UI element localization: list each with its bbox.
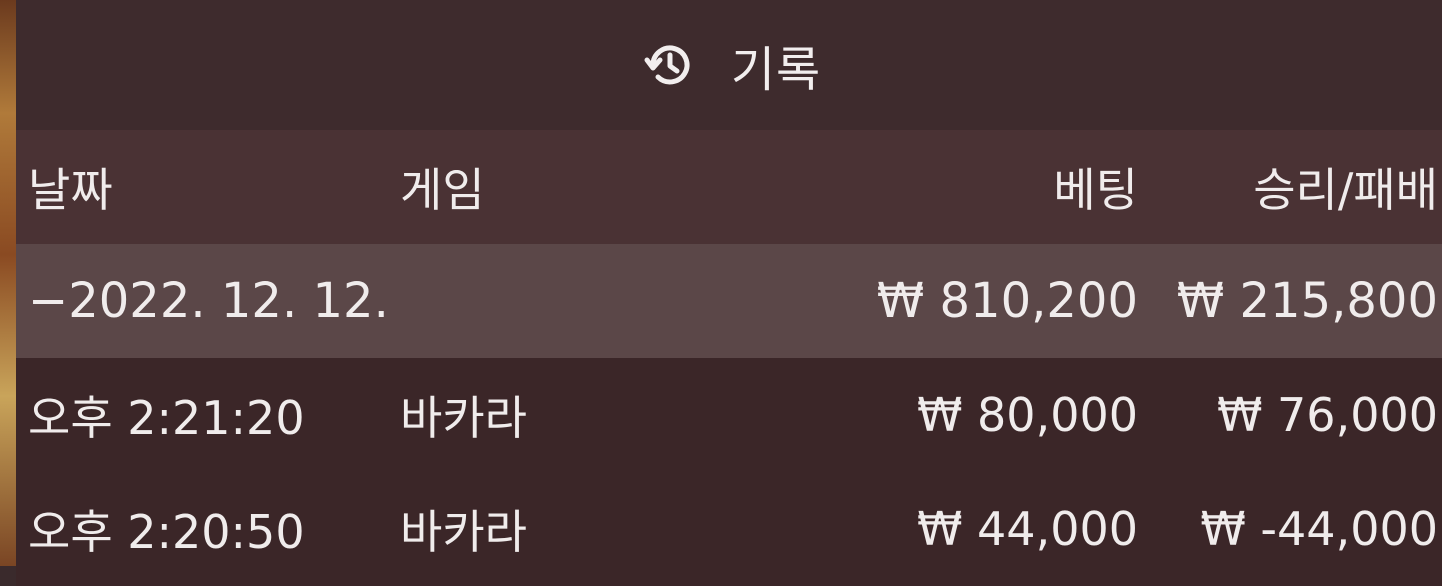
table-row[interactable]: 오후 2:21:20 바카라 ₩ 80,000 ₩ 76,000 [16, 358, 1442, 472]
column-header-win-loss[interactable]: 승리/패배 [1253, 130, 1438, 244]
date-group-label: −2022. 12. 12. [28, 273, 389, 329]
table-row[interactable]: 오후 2:20:50 바카라 ₩ 44,000 ₩ -44,000 [16, 472, 1442, 586]
row-bet: ₩ 44,000 [916, 502, 1138, 556]
row-bet: ₩ 80,000 [916, 388, 1138, 442]
column-header-date[interactable]: 날짜 [28, 130, 113, 244]
table-header-row: 날짜 게임 베팅 승리/패배 [16, 130, 1442, 244]
panel-header: 기록 [16, 0, 1442, 130]
row-time: 오후 2:21:20 [28, 391, 305, 445]
date-group-bet-total: ₩ 810,200 [876, 273, 1138, 329]
row-time: 오후 2:20:50 [28, 505, 305, 559]
history-panel: 기록 날짜 게임 베팅 승리/패배 −2022. 12. 12. ₩ 810,2… [16, 0, 1442, 586]
row-win-loss: ₩ -44,000 [1200, 502, 1438, 556]
history-icon [643, 38, 697, 92]
row-game: 바카라 [400, 391, 527, 445]
column-header-bet[interactable]: 베팅 [1053, 130, 1138, 244]
header-title-group: 기록 [643, 30, 821, 100]
date-group-win-loss-total: ₩ 215,800 [1176, 273, 1438, 329]
page-title: 기록 [730, 42, 822, 98]
row-win-loss: ₩ 76,000 [1216, 388, 1438, 442]
row-game: 바카라 [400, 505, 527, 559]
date-group-row[interactable]: −2022. 12. 12. ₩ 810,200 ₩ 215,800 [16, 244, 1442, 358]
column-header-game[interactable]: 게임 [400, 130, 485, 244]
background-artwork-strip [0, 0, 16, 566]
